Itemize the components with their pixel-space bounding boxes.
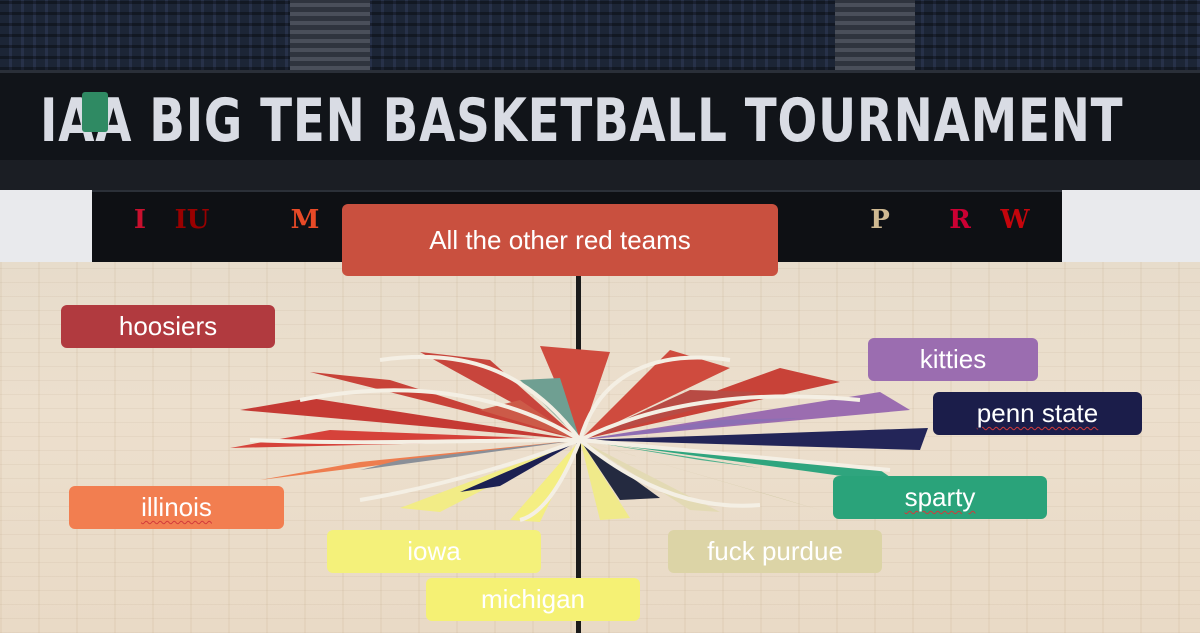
label-all-other-red-teams: All the other red teams xyxy=(342,204,778,276)
label-iowa: iowa xyxy=(327,530,541,573)
label-sparty-text: sparty xyxy=(904,482,976,512)
label-illinois-text: illinois xyxy=(141,492,212,522)
label-kitties: kitties xyxy=(868,338,1038,381)
label-illinois: illinois xyxy=(69,486,284,529)
label-sparty: sparty xyxy=(833,476,1047,519)
court-photo: IAA BIG TEN BASKETBALL TOURNAMENT I IU M… xyxy=(0,0,1200,633)
label-hoosiers: hoosiers xyxy=(61,305,275,348)
label-fuck-purdue: fuck purdue xyxy=(668,530,882,573)
label-penn-state: penn state xyxy=(933,392,1142,435)
starburst-petals xyxy=(230,346,928,522)
label-penn-state-text: penn state xyxy=(976,398,1099,428)
label-michigan: michigan xyxy=(426,578,640,621)
